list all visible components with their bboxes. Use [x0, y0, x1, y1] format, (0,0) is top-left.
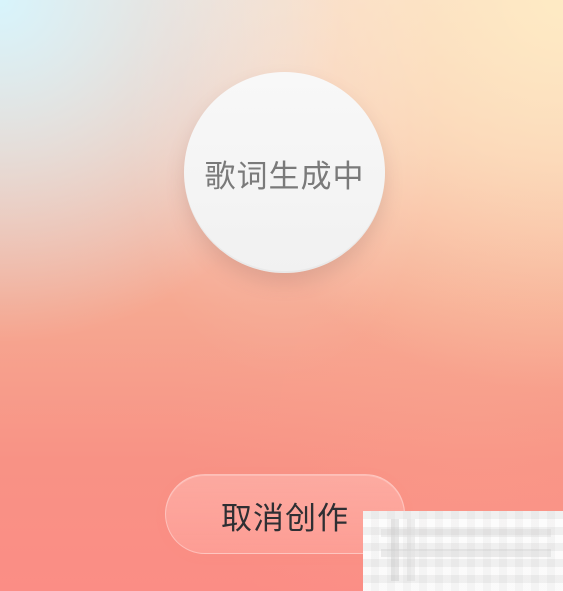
- status-circle: 歌词生成中: [184, 72, 385, 273]
- lyrics-generation-screen: 歌词生成中 取消创作: [0, 0, 563, 591]
- generation-status-text: 歌词生成中: [204, 159, 365, 195]
- watermark-mark: [381, 519, 551, 581]
- pixelated-watermark: [363, 511, 563, 591]
- cancel-creation-label: 取消创作: [221, 500, 349, 537]
